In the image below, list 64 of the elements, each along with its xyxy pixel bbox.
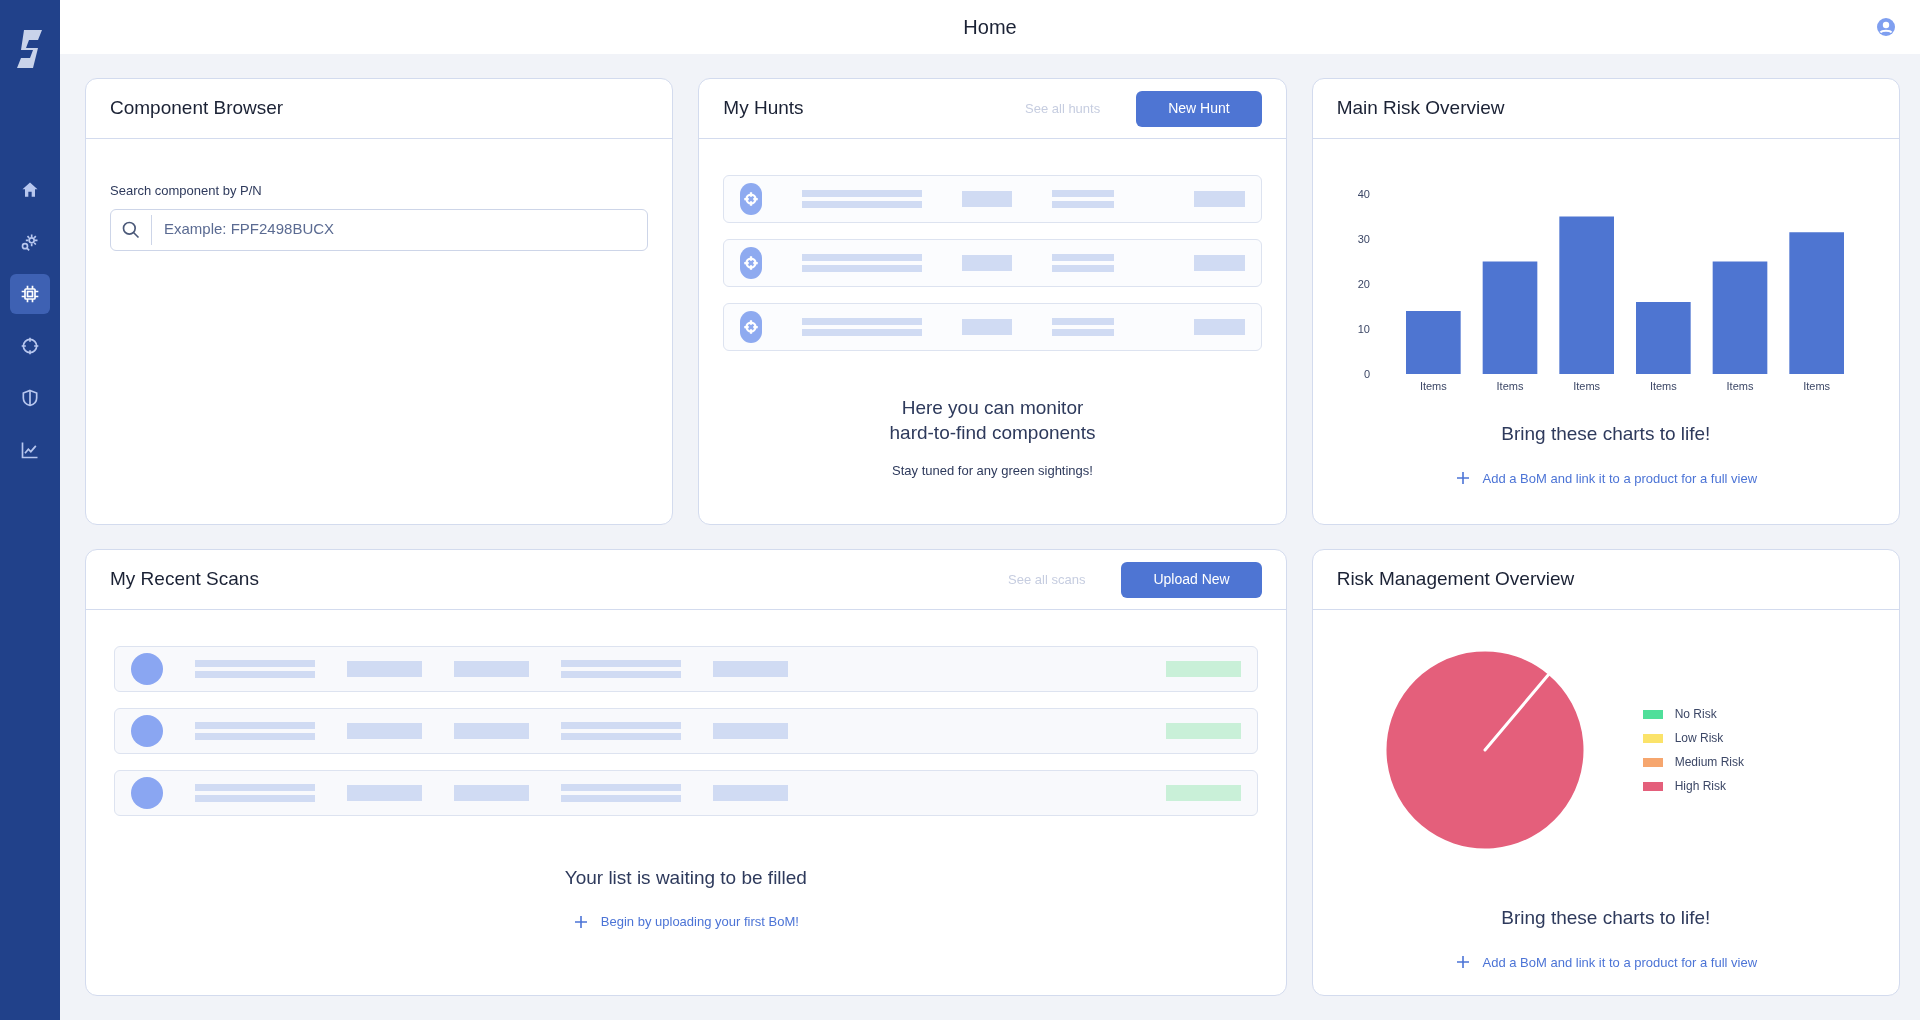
placeholder-block	[1194, 191, 1245, 207]
chart-empty-heading: Bring these charts to life!	[1501, 422, 1711, 446]
user-avatar-icon[interactable]	[1876, 17, 1896, 37]
category-label: Items	[1573, 380, 1600, 392]
shield-icon	[20, 388, 40, 408]
primary-button[interactable]: New Hunt	[1136, 90, 1262, 127]
home-icon	[20, 180, 40, 200]
gear-icon	[20, 232, 40, 252]
card-title: Main Risk Overview	[1336, 96, 1505, 121]
search-field[interactable]: Example: FPF2498BUCX	[110, 208, 649, 251]
empty-state-text: Stay tuned for any green sightings!	[892, 461, 1093, 480]
line-chart-icon	[20, 440, 40, 460]
placeholder-block	[961, 255, 1013, 271]
axis-tick-label: 10	[1357, 323, 1370, 335]
placeholder-lines	[1052, 318, 1115, 336]
placeholder-block	[1194, 255, 1245, 271]
crosshair-avatar	[740, 247, 762, 279]
card-title: My Hunts	[723, 96, 804, 121]
card-title: Risk Management Overview	[1336, 567, 1575, 592]
category-label: Items	[1803, 380, 1830, 392]
placeholder-block	[1194, 319, 1245, 335]
card-title: My Recent Scans	[110, 567, 259, 592]
crosshair-avatar	[740, 183, 762, 215]
empty-state-heading: Here you can monitor hard-to-find components	[889, 395, 1096, 445]
legend-swatch	[1642, 709, 1663, 719]
axis-tick-label: 0	[1363, 368, 1370, 380]
category-label: Items	[1649, 380, 1677, 392]
legend-label: Low Risk	[1674, 730, 1724, 747]
nav-item[interactable]	[10, 274, 50, 314]
plus-icon	[572, 913, 589, 930]
chart-bar	[1635, 302, 1691, 374]
chip-icon	[20, 284, 40, 304]
crosshair-avatar	[740, 311, 762, 343]
search-input[interactable]: Example: FPF2498BUCX	[152, 218, 648, 241]
placeholder-lines	[1052, 190, 1115, 208]
legend-swatch	[1642, 757, 1663, 767]
crosshair-icon	[20, 336, 40, 356]
axis-tick-label: 20	[1357, 278, 1370, 290]
legend-label: Medium Risk	[1674, 754, 1744, 771]
axis-tick-label: 40	[1357, 188, 1370, 200]
legend-swatch	[1642, 733, 1663, 743]
primary-button[interactable]: Upload New	[1121, 561, 1262, 598]
category-label: Items	[1419, 380, 1447, 392]
chart-empty-heading: Bring these charts to life!	[1501, 906, 1711, 930]
card-title: Component Browser	[110, 96, 284, 121]
add-bom-link[interactable]: Add a BoM and link it to a product for a full view	[1454, 952, 1758, 972]
add-bom-link[interactable]: Add a BoM and link it to a product for a full view	[1454, 468, 1758, 488]
plus-icon	[1454, 954, 1471, 971]
search-icon	[121, 219, 141, 240]
chart-bar	[1405, 311, 1461, 374]
upload-bom-link[interactable]: Begin by uploading your first BoM!	[572, 912, 799, 932]
category-label: Items	[1496, 380, 1524, 392]
plus-icon	[1454, 470, 1471, 487]
page-title: Home	[963, 15, 1017, 40]
axis-tick-label: 30	[1357, 233, 1370, 245]
placeholder-lines	[1052, 254, 1115, 272]
empty-state-heading: Your list is waiting to be filled	[564, 865, 807, 890]
legend-label: High Risk	[1674, 778, 1726, 795]
placeholder-block	[961, 319, 1013, 335]
legend-label: No Risk	[1674, 706, 1717, 723]
search-label: Search component by P/N	[110, 182, 263, 200]
category-label: Items	[1726, 380, 1754, 392]
placeholder-block	[961, 191, 1013, 207]
legend-swatch	[1642, 781, 1663, 791]
